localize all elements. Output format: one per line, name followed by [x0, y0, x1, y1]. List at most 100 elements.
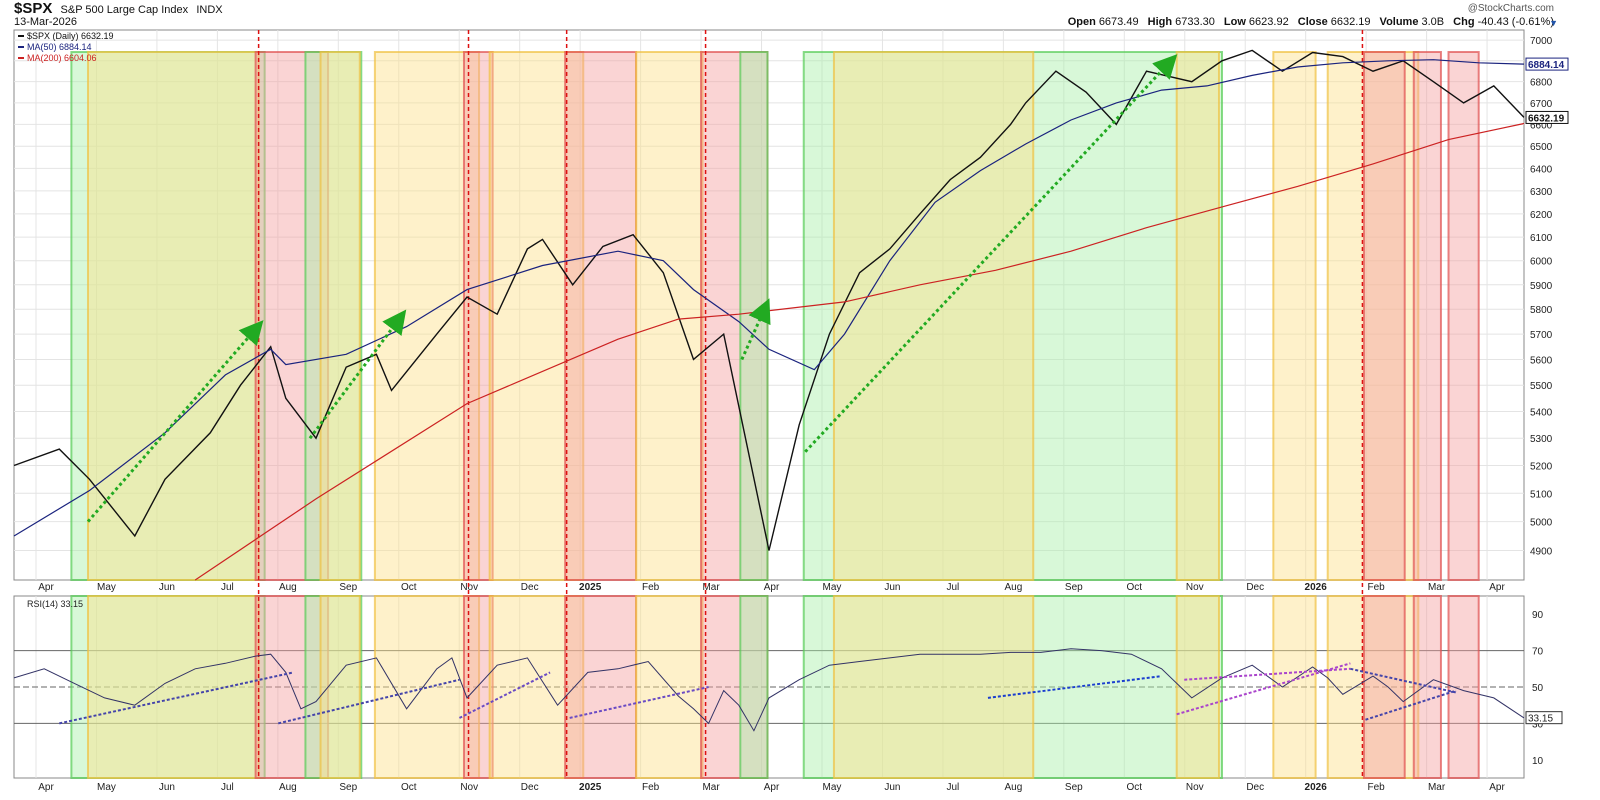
x-tick-label: Jun	[884, 782, 900, 793]
zone-yellow-price	[1175, 51, 1220, 581]
x-tick-label: Sep	[1065, 782, 1083, 793]
price-value-label: 6884.14	[1528, 60, 1565, 71]
zone-yellow-rsi	[1175, 595, 1220, 779]
x-tick-label: May	[823, 582, 842, 593]
x-tick-label: Dec	[521, 582, 539, 593]
x-tick-label: Jun	[884, 582, 900, 593]
zone-yellow-price	[319, 51, 361, 581]
rsi-value-label: 33.15	[1528, 714, 1553, 725]
x-tick-label: 2025	[579, 782, 602, 793]
x-tick-label: Dec	[1246, 582, 1264, 593]
zone-yellow-price	[635, 51, 704, 581]
x-tick-label: Dec	[521, 782, 539, 793]
x-tick-label: Mar	[702, 782, 720, 793]
y-tick-label: 5100	[1530, 489, 1553, 500]
rsi-legend-label: RSI(14) 33.15	[27, 599, 83, 609]
zone-yellow-rsi	[832, 595, 1035, 779]
legend-label: MA(50) 6884.14	[27, 42, 92, 52]
y-tick-label: 6000	[1530, 257, 1553, 268]
x-tick-label: Feb	[1368, 782, 1386, 793]
x-tick-label: Feb	[642, 782, 660, 793]
x-tick-label: Feb	[642, 582, 660, 593]
y-tick-label: 6300	[1530, 187, 1553, 198]
x-tick-label: Jul	[947, 782, 960, 793]
zone-green-rsi	[739, 595, 769, 779]
x-tick-label: Nov	[460, 782, 478, 793]
zone-red-price	[1362, 51, 1406, 581]
y-tick-label: 4900	[1530, 546, 1553, 557]
x-tick-label: 2026	[1305, 582, 1328, 593]
y-tick-label: 6100	[1530, 233, 1553, 244]
y-tick-label: 7000	[1530, 36, 1553, 47]
x-tick-label: Jul	[947, 582, 960, 593]
price-value-label: 6632.19	[1528, 113, 1565, 124]
y-tick-label: 5000	[1530, 518, 1553, 529]
x-tick-label: Sep	[339, 582, 357, 593]
zone-yellow-price	[1272, 51, 1317, 581]
x-tick-label: May	[97, 582, 116, 593]
x-tick-label: Feb	[1368, 582, 1386, 593]
x-tick-label: Dec	[1246, 782, 1264, 793]
y-tick-label: 6700	[1530, 99, 1553, 110]
x-tick-label: May	[823, 782, 842, 793]
x-tick-label: Aug	[1004, 582, 1022, 593]
y-tick-label: 5200	[1530, 461, 1553, 472]
x-tick-label: 2025	[579, 582, 602, 593]
rsi-tick-label: 70	[1532, 647, 1544, 658]
x-tick-label: Apr	[764, 582, 780, 593]
zone-yellow-rsi	[86, 595, 260, 779]
rsi-tick-label: 90	[1532, 610, 1544, 621]
legend-label: MA(200) 6604.06	[27, 53, 97, 63]
y-tick-label: 6800	[1530, 78, 1553, 89]
zone-yellow-price	[86, 51, 260, 581]
x-tick-label: Oct	[401, 582, 417, 593]
x-tick-label: Oct	[1127, 582, 1143, 593]
x-tick-label: Sep	[1065, 582, 1083, 593]
x-tick-label: Jun	[159, 582, 175, 593]
y-tick-label: 6400	[1530, 164, 1553, 175]
x-tick-label: May	[97, 782, 116, 793]
x-tick-label: Apr	[764, 782, 780, 793]
x-tick-label: Oct	[401, 782, 417, 793]
y-tick-label: 6200	[1530, 210, 1553, 221]
x-tick-label: Nov	[1186, 782, 1204, 793]
zone-red-rsi	[564, 595, 638, 779]
zone-yellow-rsi	[635, 595, 704, 779]
x-tick-label: 2026	[1305, 782, 1328, 793]
x-tick-label: Oct	[1127, 782, 1143, 793]
y-tick-label: 5900	[1530, 281, 1553, 292]
legend-label: $SPX (Daily) 6632.19	[27, 31, 114, 41]
x-tick-label: Jul	[221, 582, 234, 593]
zone-red-rsi	[1412, 595, 1442, 779]
y-tick-label: 5600	[1530, 355, 1553, 366]
y-tick-label: 6500	[1530, 142, 1553, 153]
chart-canvas: 4900 5000 5100 5200 5300 5400 5500 5600 5700 5800…	[13, 29, 1569, 793]
x-tick-label: Apr	[1489, 782, 1505, 793]
rsi-tick-label: 10	[1532, 756, 1544, 767]
rsi-tick-label: 50	[1532, 683, 1544, 694]
x-tick-label: Nov	[1186, 582, 1204, 593]
x-tick-label: Apr	[38, 782, 54, 793]
y-tick-label: 5500	[1530, 381, 1553, 392]
zone-red-price	[564, 51, 638, 581]
x-tick-label: Jul	[221, 782, 234, 793]
zone-red-price	[1412, 51, 1442, 581]
x-tick-label: Sep	[339, 782, 357, 793]
zone-red-price	[1447, 51, 1480, 581]
zone-red-rsi	[462, 595, 494, 779]
y-tick-label: 5300	[1530, 434, 1553, 445]
zone-red-rsi	[1362, 595, 1406, 779]
x-tick-label: Aug	[279, 782, 297, 793]
zone-yellow-rsi	[1272, 595, 1317, 779]
x-tick-label: Jun	[159, 782, 175, 793]
zone-yellow-rsi	[319, 595, 361, 779]
y-tick-label: 5700	[1530, 330, 1553, 341]
y-tick-label: 5800	[1530, 305, 1553, 316]
x-tick-label: Mar	[1428, 582, 1446, 593]
zone-green-price	[739, 51, 769, 581]
y-tick-label: 5400	[1530, 407, 1553, 418]
x-tick-label: Aug	[279, 582, 297, 593]
x-tick-label: Aug	[1004, 782, 1022, 793]
x-tick-label: Apr	[1489, 582, 1505, 593]
x-tick-label: Apr	[38, 582, 54, 593]
